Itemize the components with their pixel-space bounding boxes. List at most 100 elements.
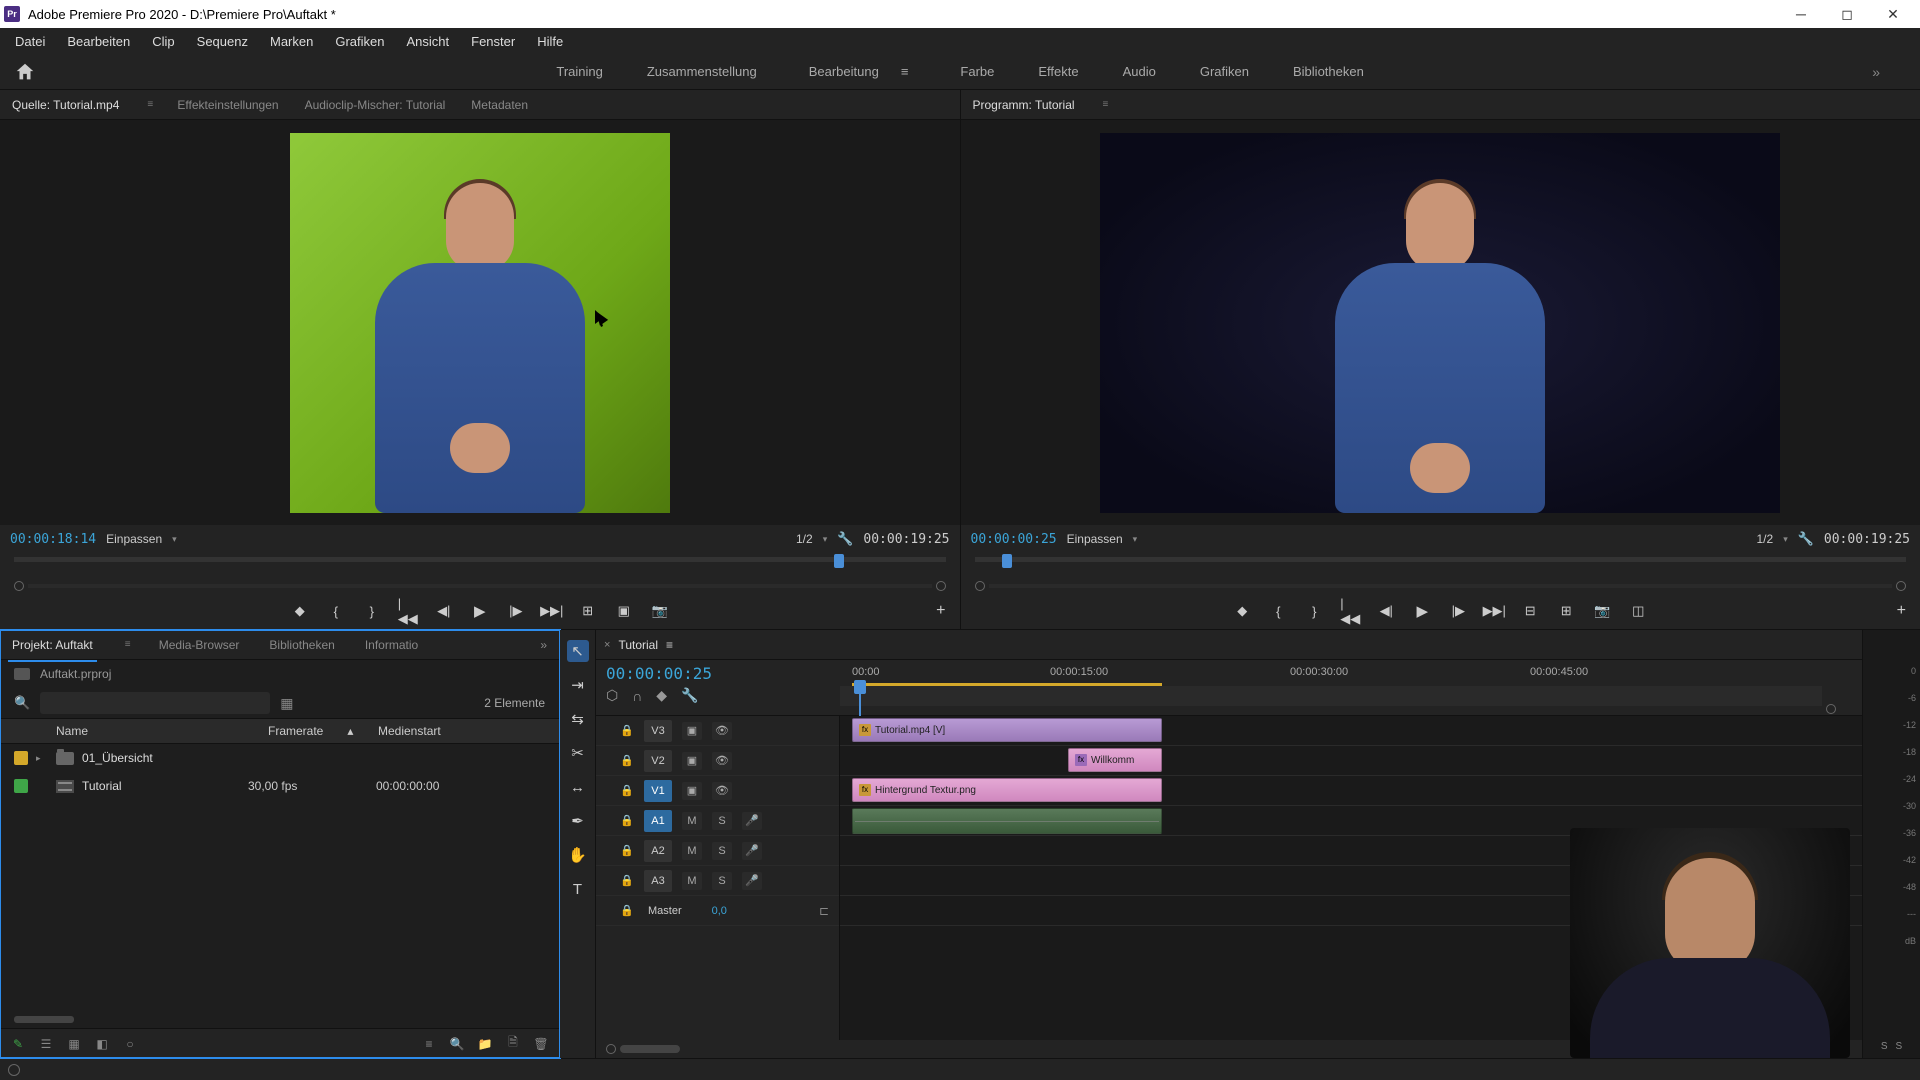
track-header-master[interactable]: 🔒 Master 0,0 ⊏	[596, 896, 839, 926]
solo-right[interactable]: S	[1896, 1041, 1903, 1052]
solo-icon[interactable]: S	[712, 842, 732, 860]
close-button[interactable]: ✕	[1870, 0, 1916, 28]
chevron-down-icon[interactable]: ▾	[823, 534, 828, 545]
toggle-output-icon[interactable]: ▣	[682, 752, 702, 770]
tab-libraries[interactable]: Bibliotheken	[265, 635, 338, 655]
col-framerate[interactable]: Framerate ▴	[248, 724, 368, 738]
menu-fenster[interactable]: Fenster	[462, 31, 524, 52]
comparison-view-icon[interactable]: ◫	[1629, 602, 1647, 620]
workspace-effekte[interactable]: Effekte	[1030, 60, 1086, 83]
tabs-overflow-icon[interactable]: »	[536, 635, 551, 655]
tab-source[interactable]: Quelle: Tutorial.mp4	[8, 95, 123, 115]
label-chip[interactable]	[14, 751, 28, 765]
button-editor-icon[interactable]: +	[1897, 602, 1906, 620]
track-label[interactable]: A1	[644, 810, 672, 832]
pen-tool-icon[interactable]: ✒	[567, 810, 589, 832]
menu-marken[interactable]: Marken	[261, 31, 322, 52]
tab-program[interactable]: Programm: Tutorial	[969, 95, 1079, 115]
toggle-output-icon[interactable]: ▣	[682, 722, 702, 740]
project-search-input[interactable]	[40, 692, 270, 714]
program-monitor[interactable]	[961, 120, 1920, 525]
play-icon[interactable]: ▶	[1413, 602, 1431, 620]
chevron-down-icon[interactable]: ▾	[172, 534, 177, 545]
source-zoom-select[interactable]: Einpassen	[106, 532, 162, 546]
lift-icon[interactable]: ⊟	[1521, 602, 1539, 620]
selection-tool-icon[interactable]: ↖	[567, 640, 589, 662]
lock-icon[interactable]: 🔒	[620, 904, 634, 917]
mark-out-icon[interactable]: }	[1305, 602, 1323, 620]
tab-project[interactable]: Projekt: Auftakt	[8, 635, 97, 655]
hand-tool-icon[interactable]: ✋	[567, 844, 589, 866]
tab-effect-controls[interactable]: Effekteinstellungen	[173, 95, 282, 115]
type-tool-icon[interactable]: T	[567, 878, 589, 900]
find-icon[interactable]: 🔍	[449, 1036, 465, 1052]
track-header-v2[interactable]: 🔒 V2 ▣ 👁	[596, 746, 839, 776]
export-frame-icon[interactable]: 📷	[651, 602, 669, 620]
minimize-button[interactable]: ─	[1778, 0, 1824, 28]
voiceover-icon[interactable]: 🎤	[742, 872, 762, 890]
menu-grafiken[interactable]: Grafiken	[326, 31, 393, 52]
razor-tool-icon[interactable]: ✂	[567, 742, 589, 764]
workspace-audio[interactable]: Audio	[1115, 60, 1164, 83]
workspace-training[interactable]: Training	[548, 60, 610, 83]
tab-metadata[interactable]: Metadaten	[467, 95, 532, 115]
track-select-tool-icon[interactable]: ⇥	[567, 674, 589, 696]
lock-icon[interactable]: 🔒	[620, 784, 634, 797]
mute-icon[interactable]: M	[682, 842, 702, 860]
voiceover-icon[interactable]: 🎤	[742, 842, 762, 860]
col-medienstart[interactable]: Medienstart	[368, 724, 488, 738]
automate-to-sequence-icon[interactable]: ≡	[421, 1036, 437, 1052]
track-header-v3[interactable]: 🔒 V3 ▣ 👁	[596, 716, 839, 746]
add-marker-icon[interactable]: ◆	[656, 687, 667, 704]
source-tab-menu-icon[interactable]: ≡	[143, 96, 155, 113]
list-item[interactable]: Tutorial 30,00 fps 00:00:00:00	[0, 772, 559, 800]
item-name[interactable]: Tutorial	[82, 779, 240, 793]
tab-audio-mixer[interactable]: Audioclip-Mischer: Tutorial	[301, 95, 450, 115]
settings-icon[interactable]: 🔧	[1798, 531, 1814, 547]
close-sequence-icon[interactable]: ×	[604, 639, 610, 651]
new-bin-icon[interactable]: 📁	[477, 1036, 493, 1052]
source-scrub[interactable]	[0, 553, 960, 579]
toggle-output-icon[interactable]: ▣	[682, 782, 702, 800]
mute-icon[interactable]: M	[682, 872, 702, 890]
timeline-zoom-handle[interactable]	[606, 1044, 616, 1054]
source-timecode[interactable]: 00:00:18:14	[10, 532, 96, 547]
workspace-menu-icon[interactable]: ≡	[893, 60, 917, 83]
lock-icon[interactable]: 🔒	[620, 844, 634, 857]
chevron-down-icon[interactable]: ▾	[1133, 534, 1138, 545]
mark-in-icon[interactable]: {	[1269, 602, 1287, 620]
list-item[interactable]: ▸ 01_Übersicht	[0, 744, 559, 772]
timeline-h-scrollbar[interactable]	[620, 1045, 680, 1053]
toggle-visibility-icon[interactable]: 👁	[712, 722, 732, 740]
mute-icon[interactable]: M	[682, 812, 702, 830]
source-monitor[interactable]	[0, 120, 960, 525]
freeform-view-icon[interactable]: ◧	[94, 1036, 110, 1052]
timeline-timecode[interactable]: 00:00:00:25	[606, 664, 830, 683]
step-forward-icon[interactable]: |▶	[1449, 602, 1467, 620]
solo-icon[interactable]: S	[712, 812, 732, 830]
track-label[interactable]: V3	[644, 720, 672, 742]
step-back-icon[interactable]: ◀|	[1377, 602, 1395, 620]
project-tab-menu-icon[interactable]: ≡	[121, 636, 133, 653]
timeline-settings-icon[interactable]: 🔧	[681, 687, 698, 704]
clip-title-v2[interactable]: fxWillkomm	[1068, 748, 1162, 772]
ripple-edit-tool-icon[interactable]: ⇆	[567, 708, 589, 730]
search-icon[interactable]: 🔍	[14, 695, 30, 711]
workspace-zusammenstellung[interactable]: Zusammenstellung	[639, 60, 765, 83]
program-timecode[interactable]: 00:00:00:25	[971, 532, 1057, 547]
snap-icon[interactable]: ⬡	[606, 687, 618, 704]
add-marker-icon[interactable]: ◆	[1233, 602, 1251, 620]
overwrite-icon[interactable]: ▣	[615, 602, 633, 620]
track-label[interactable]: A3	[644, 870, 672, 892]
col-name[interactable]: Name	[46, 724, 248, 738]
playhead[interactable]	[854, 680, 866, 694]
program-tab-menu-icon[interactable]: ≡	[1099, 96, 1111, 113]
zoom-handle-right[interactable]	[936, 581, 946, 591]
source-res-select[interactable]: 1/2	[796, 532, 813, 546]
step-forward-icon[interactable]: |▶	[507, 602, 525, 620]
voiceover-icon[interactable]: 🎤	[742, 812, 762, 830]
go-to-out-icon[interactable]: ▶▶|	[543, 602, 561, 620]
track-label[interactable]: V1	[644, 780, 672, 802]
program-scrub[interactable]	[961, 553, 1920, 579]
go-to-in-icon[interactable]: |◀◀	[399, 602, 417, 620]
